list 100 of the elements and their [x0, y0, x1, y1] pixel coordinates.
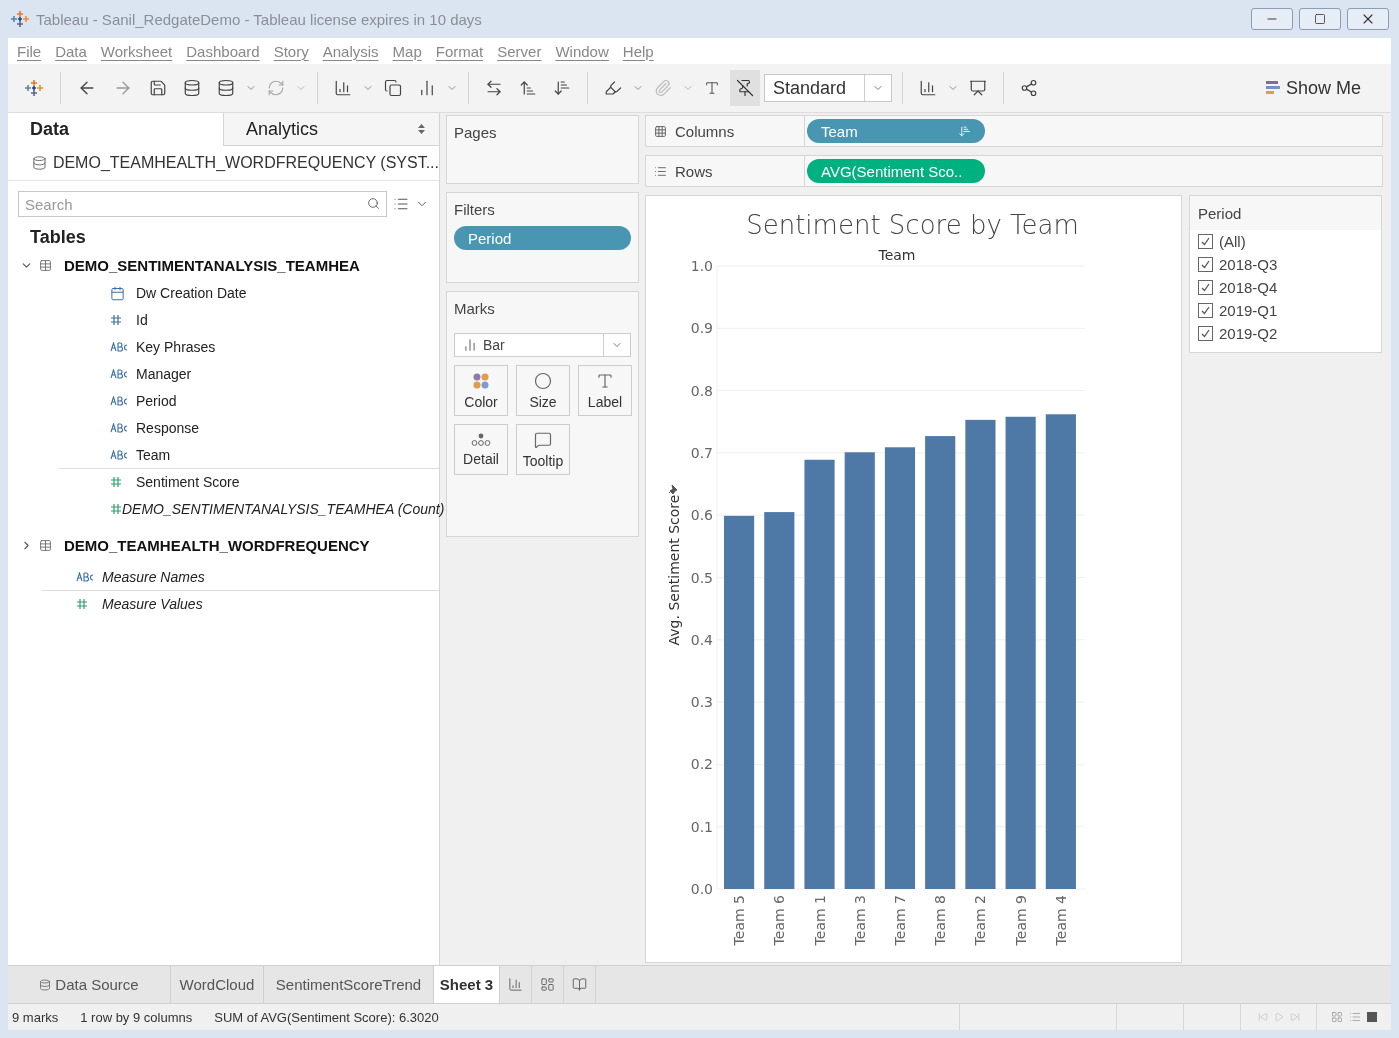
fix-axes-button[interactable] [730, 70, 760, 106]
list-view-icon[interactable] [1349, 1011, 1361, 1023]
field-name[interactable]: Sentiment Score [136, 474, 240, 490]
table-name[interactable]: DEMO_SENTIMENTANALYSIS_TEAMHEA [64, 257, 360, 274]
chart-icon [418, 79, 436, 97]
fit-dropdown[interactable]: Standard [764, 74, 892, 102]
status-text: SUM of AVG(Sentiment Score): 6.3020 [214, 1009, 439, 1025]
checkbox-label[interactable]: 2018-Q4 [1219, 279, 1278, 296]
field-name[interactable]: Manager [136, 366, 192, 382]
share-icon [1020, 79, 1038, 97]
menu-item[interactable]: Help [615, 42, 661, 60]
axis-tick-label: 0.2 [690, 756, 713, 773]
datasource-name[interactable]: DEMO_TEAMHEALTH_WORDFREQUENCY (SYST... [52, 154, 439, 172]
menu-item[interactable]: Data [48, 42, 94, 60]
sort-icon [958, 124, 971, 138]
menu-item[interactable]: Worksheet [93, 42, 180, 60]
shelf[interactable]: Columns Team [645, 115, 1383, 147]
category-label: Team 2 [972, 895, 989, 946]
hash-icon [110, 476, 122, 488]
menu-item[interactable]: File [10, 42, 49, 60]
calendar-icon [110, 285, 125, 301]
pin-icon[interactable] [668, 484, 678, 495]
sheet-tab[interactable]: Sheet 3 [434, 966, 500, 1003]
field-name[interactable]: Measure Values [102, 596, 203, 612]
marks-card-button[interactable]: Tooltip [516, 424, 570, 475]
abc-text-icon [110, 342, 128, 352]
sort-descending-icon [553, 79, 571, 97]
text-icon [704, 80, 720, 96]
close-button[interactable] [1347, 8, 1389, 30]
checkbox-label[interactable]: 2019-Q2 [1219, 325, 1278, 342]
category-label: Team 9 [1012, 895, 1029, 946]
menu-item[interactable]: Server [490, 42, 549, 60]
checkbox[interactable] [1198, 280, 1213, 295]
detail-dots-icon [471, 432, 491, 447]
menu-item[interactable]: Dashboard [179, 42, 267, 60]
category-label: Team 5 [731, 895, 748, 946]
field-name[interactable]: Response [136, 420, 200, 436]
filters-title: Filters [454, 201, 496, 218]
field-name[interactable]: Measure Names [102, 569, 205, 585]
speech-bubble-icon [534, 430, 552, 449]
marks-card-button[interactable]: Size [516, 365, 570, 416]
new-story-icon [572, 977, 587, 992]
menu-item[interactable]: Map [385, 42, 429, 60]
table-name[interactable]: DEMO_TEAMHEALTH_WORDFREQUENCY [64, 537, 370, 554]
grid-view-icon[interactable] [1331, 1011, 1343, 1023]
chart-icon [919, 79, 937, 97]
presentation-icon [969, 79, 987, 97]
menu-item[interactable]: Format [428, 42, 491, 60]
rows-icon [654, 164, 667, 178]
status-text: 1 row by 9 columns [80, 1009, 193, 1025]
menu-item[interactable]: Story [266, 42, 316, 60]
abc-text-icon [110, 450, 128, 460]
mark-type-dropdown[interactable]: Bar [454, 333, 631, 357]
category-label: Team 7 [891, 895, 908, 946]
marks-card-button[interactable]: Color [454, 365, 508, 416]
highlighter-icon [604, 79, 622, 97]
shelf[interactable]: Rows AVG(Sentiment Sco.. [645, 155, 1383, 187]
menu-item[interactable]: Analysis [315, 42, 386, 60]
abc-text-icon [76, 572, 94, 582]
search-field[interactable]: Search [18, 191, 387, 217]
checkbox[interactable] [1198, 257, 1213, 272]
checkbox[interactable] [1198, 234, 1213, 249]
axis-tick-label: 0.1 [690, 818, 713, 835]
pane-tab[interactable]: Analytics [223, 113, 439, 146]
axis-tick-label: 0.9 [690, 320, 713, 337]
checkbox-label[interactable]: 2019-Q1 [1219, 302, 1278, 319]
marks-card-button[interactable]: Label [578, 365, 632, 416]
field-name[interactable]: Team [136, 447, 171, 463]
show-me-icon [1265, 80, 1280, 96]
database-icon [183, 79, 201, 97]
category-label: Team 4 [1052, 895, 1069, 946]
minimize-button[interactable] [1251, 8, 1293, 30]
text-label-icon [596, 371, 614, 390]
checkbox[interactable] [1198, 326, 1213, 341]
marks-card-button[interactable]: Detail [454, 424, 508, 475]
field-name[interactable]: DEMO_SENTIMENTANALYSIS_TEAMHEA (Count) [122, 501, 445, 517]
maximize-button[interactable] [1299, 8, 1341, 30]
chart-icon [334, 79, 352, 97]
table-icon [39, 539, 52, 552]
abc-text-icon [110, 396, 128, 406]
checkbox[interactable] [1198, 303, 1213, 318]
field-name[interactable]: Period [136, 393, 177, 409]
axis-tick-label: 0.4 [690, 631, 713, 648]
field-name[interactable]: Key Phrases [136, 339, 216, 355]
axis-title: Avg. Sentiment Score [666, 494, 682, 646]
pin-off-icon [736, 79, 754, 97]
new-sheet-icon [508, 977, 523, 992]
list-view-icon[interactable] [393, 196, 409, 212]
show-me-button[interactable]: Show Me [1259, 76, 1367, 100]
column-header: Team [878, 247, 916, 263]
sort-arrows-icon[interactable] [418, 124, 425, 134]
sheet-tab[interactable]: Data Source [8, 966, 171, 1003]
sheet-tab[interactable]: WordCloud [171, 966, 264, 1003]
field-name[interactable]: Id [136, 312, 148, 328]
axis-tick-label: 0.6 [690, 507, 713, 524]
field-name[interactable]: Dw Creation Date [136, 285, 247, 301]
menu-item[interactable]: Window [548, 42, 616, 60]
shelf-label: Columns [675, 122, 735, 140]
checkbox-label[interactable]: (All) [1219, 233, 1246, 250]
checkbox-label[interactable]: 2018-Q3 [1219, 256, 1278, 273]
